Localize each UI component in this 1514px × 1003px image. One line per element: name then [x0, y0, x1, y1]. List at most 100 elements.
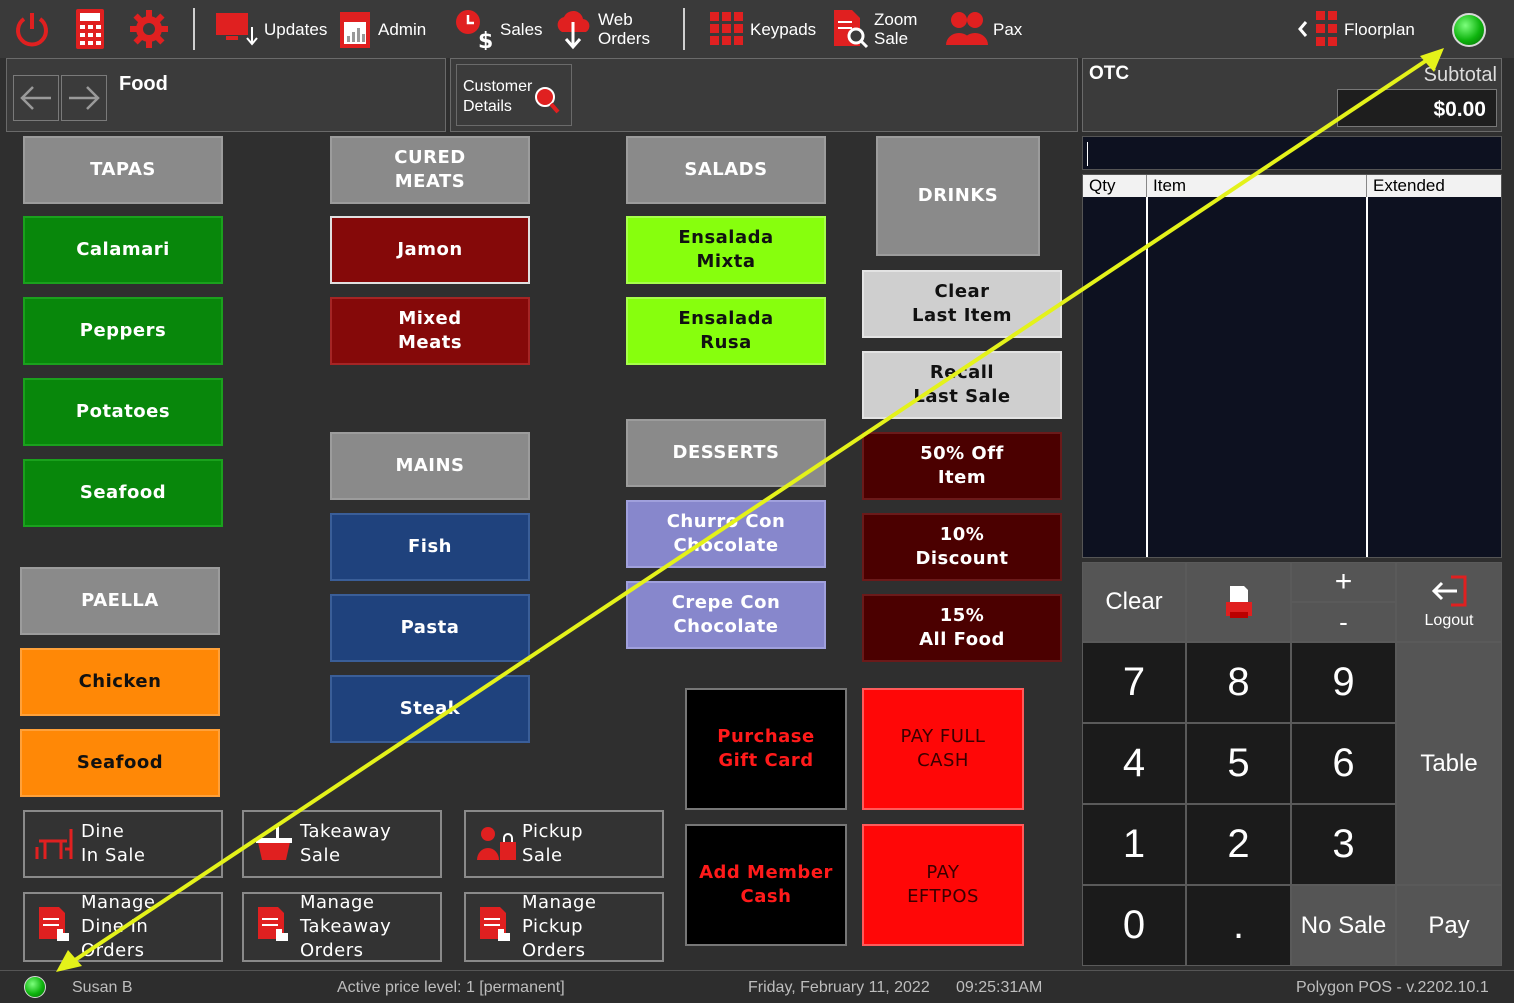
logged-in-user: Susan B [72, 979, 133, 996]
manage-orders-hand-icon [258, 907, 288, 941]
user-online-status-icon [24, 976, 46, 998]
item-crepe-con-chocolate[interactable]: Crepe Con Chocolate [626, 581, 826, 649]
category-mains[interactable]: MAINS [330, 432, 530, 500]
manage-pickup-orders-button[interactable]: Manage Pickup Orders [464, 892, 664, 962]
web-orders-button[interactable]: Web Orders [554, 6, 650, 52]
discount-15-all-food-button[interactable]: 15% All Food [862, 594, 1062, 662]
item-peppers[interactable]: Peppers [23, 297, 223, 365]
keypad-2[interactable]: 2 [1186, 804, 1291, 885]
calculator-icon [76, 9, 104, 49]
category-tapas[interactable]: TAPAS [23, 136, 223, 204]
discount-50-off-item-button[interactable]: 50% Off Item [862, 432, 1062, 500]
pay-full-cash-button[interactable]: PAY FULL CASH [862, 688, 1024, 810]
dine-table-icon [35, 829, 73, 859]
keypad-7[interactable]: 7 [1082, 642, 1186, 723]
recall-last-sale-button[interactable]: Recall Last Sale [862, 351, 1062, 419]
power-icon [16, 13, 48, 47]
item-pasta[interactable]: Pasta [330, 594, 530, 662]
svg-text:$: $ [478, 29, 493, 50]
keypad-6[interactable]: 6 [1291, 723, 1396, 804]
keypad-1[interactable]: 1 [1082, 804, 1186, 885]
subtotal-label: Subtotal [1423, 64, 1497, 86]
back-button[interactable] [13, 75, 59, 121]
pickup-sale-button[interactable]: Pickup Sale [464, 810, 664, 878]
item-seafood-paella[interactable]: Seafood [20, 729, 220, 797]
subtotal-value: $0.00 [1337, 89, 1497, 127]
add-member-cash-button[interactable]: Add Member Cash [685, 824, 847, 946]
category-cured-meats[interactable]: CURED MEATS [330, 136, 530, 204]
item-seafood-tapas[interactable]: Seafood [23, 459, 223, 527]
search-icon [535, 87, 560, 114]
sales-button[interactable]: $ Sales [454, 6, 543, 52]
keypad-3[interactable]: 3 [1291, 804, 1396, 885]
customer-details-button[interactable]: Customer Details [456, 64, 572, 126]
manage-takeaway-orders-button[interactable]: Manage Takeaway Orders [242, 892, 442, 962]
floorplan-icon [1298, 11, 1337, 46]
item-ensalada-mixta[interactable]: Ensalada Mixta [626, 216, 826, 284]
customer-details-label: Customer Details [463, 78, 533, 115]
item-fish[interactable]: Fish [330, 513, 530, 581]
keypad-5[interactable]: 5 [1186, 723, 1291, 804]
power-button[interactable] [12, 6, 52, 52]
no-sale-button[interactable]: No Sale [1291, 885, 1396, 966]
floorplan-button[interactable]: Floorplan [1296, 6, 1415, 52]
column-header-extended[interactable]: Extended [1367, 175, 1501, 197]
item-ensalada-rusa[interactable]: Ensalada Rusa [626, 297, 826, 365]
category-paella[interactable]: PAELLA [20, 567, 220, 635]
keypad-4[interactable]: 4 [1082, 723, 1186, 804]
manage-dine-in-orders-button[interactable]: Manage Dine In Orders [23, 892, 223, 962]
dine-in-sale-button[interactable]: Dine In Sale [23, 810, 223, 878]
table-button[interactable]: Table [1396, 642, 1502, 885]
print-receipt-button[interactable] [1186, 562, 1291, 642]
quantity-minus-button[interactable]: - [1291, 602, 1396, 642]
order-input-field[interactable] [1082, 136, 1502, 170]
takeaway-sale-label: Takeaway Sale [300, 821, 392, 866]
web-orders-label: Web Orders [598, 10, 650, 48]
top-toolbar: Updates Admin $ Sales Web Orders Keypads… [0, 0, 1514, 58]
item-churro-con-chocolate[interactable]: Churro Con Chocolate [626, 500, 826, 568]
forward-button[interactable] [61, 75, 107, 121]
updates-label: Updates [264, 19, 328, 39]
item-calamari[interactable]: Calamari [23, 216, 223, 284]
pax-button[interactable]: Pax [945, 6, 1022, 52]
keypads-button[interactable]: Keypads [708, 6, 816, 52]
keypad-9[interactable]: 9 [1291, 642, 1396, 723]
item-steak[interactable]: Steak [330, 675, 530, 743]
settings-button[interactable] [128, 6, 170, 52]
category-nav-panel: Food [6, 58, 446, 132]
quantity-plus-button[interactable]: + [1291, 562, 1396, 602]
pay-button[interactable]: Pay [1396, 885, 1502, 966]
gear-icon [130, 10, 168, 48]
column-header-qty[interactable]: Qty [1083, 175, 1147, 197]
current-time: 09:25:31AM [956, 979, 1043, 996]
pax-label: Pax [993, 19, 1023, 39]
purchase-gift-card-button[interactable]: Purchase Gift Card [685, 688, 847, 810]
order-items-list[interactable]: Qty Item Extended [1082, 174, 1502, 558]
keypad-clear-button[interactable]: Clear [1082, 562, 1186, 642]
column-divider [1146, 197, 1148, 557]
discount-10-percent-button[interactable]: 10% Discount [862, 513, 1062, 581]
text-cursor [1087, 142, 1088, 166]
category-drinks[interactable]: DRINKS [876, 136, 1040, 256]
updates-button[interactable]: Updates [214, 6, 327, 52]
item-potatoes[interactable]: Potatoes [23, 378, 223, 446]
pay-eftpos-button[interactable]: PAY EFTPOS [862, 824, 1024, 946]
keypad-decimal[interactable]: . [1186, 885, 1291, 966]
item-mixed-meats[interactable]: Mixed Meats [330, 297, 530, 365]
admin-button[interactable]: Admin [338, 6, 426, 52]
zoom-sale-button[interactable]: Zoom Sale [830, 6, 917, 52]
keypad-0[interactable]: 0 [1082, 885, 1186, 966]
column-header-item[interactable]: Item [1147, 175, 1367, 197]
takeaway-sale-button[interactable]: Takeaway Sale [242, 810, 442, 878]
manage-orders-hand-icon [39, 907, 69, 941]
clear-last-item-button[interactable]: Clear Last Item [862, 270, 1062, 338]
order-header-panel: OTC Subtotal $0.00 [1082, 58, 1502, 132]
keypad-8[interactable]: 8 [1186, 642, 1291, 723]
sales-clock-dollar-icon: $ [456, 10, 493, 50]
category-salads[interactable]: SALADS [626, 136, 826, 204]
logout-button[interactable]: Logout [1396, 562, 1502, 642]
category-desserts[interactable]: DESSERTS [626, 419, 826, 487]
item-chicken[interactable]: Chicken [20, 648, 220, 716]
item-jamon[interactable]: Jamon [330, 216, 530, 284]
calculator-button[interactable] [74, 6, 106, 52]
